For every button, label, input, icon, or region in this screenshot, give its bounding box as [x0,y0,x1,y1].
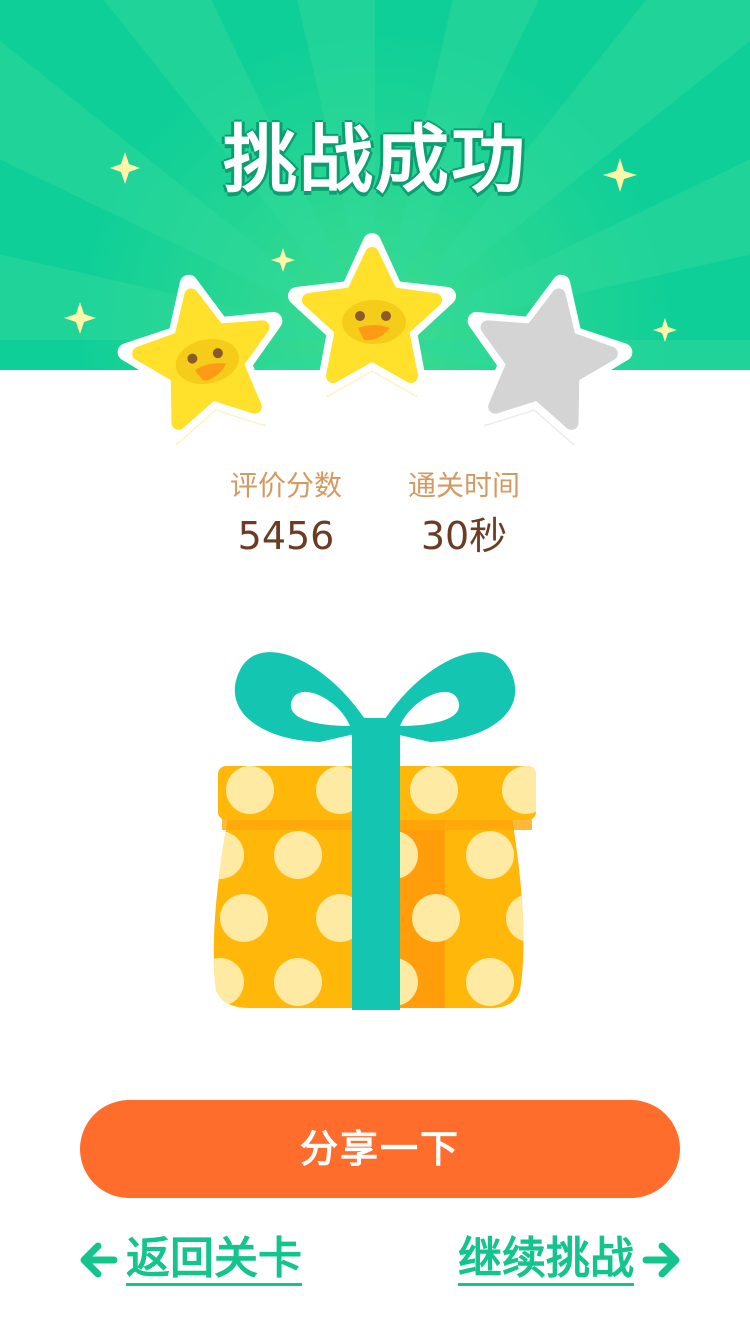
star-empty-icon [467,274,633,446]
score-value: 5456 [237,514,335,558]
arrow-right-icon [642,1242,680,1278]
time-value: 30秒 [420,514,508,558]
time-label: 通关时间 [407,469,520,502]
continue-challenge-label: 继续挑战 [458,1232,634,1286]
back-to-levels-label: 返回关卡 [126,1232,302,1286]
sparkle-icon [603,158,637,192]
result-stats: 评价分数 5456 通关时间 30秒 [0,468,750,568]
star-gold-icon [117,274,283,446]
score-label: 评价分数 [229,469,342,502]
score-stat: 评价分数 5456 [186,468,386,564]
continue-challenge-link[interactable]: 继续挑战 [458,1232,682,1288]
gift-box-icon [213,652,536,1010]
share-button[interactable]: 分享一下 [80,1100,680,1198]
time-stat: 通关时间 30秒 [364,468,564,564]
arrow-left-icon [80,1242,118,1278]
back-to-levels-link[interactable]: 返回关卡 [78,1232,302,1288]
star-gold-icon [288,233,456,398]
star-rating [117,233,633,446]
sparkle-icon [110,152,140,184]
